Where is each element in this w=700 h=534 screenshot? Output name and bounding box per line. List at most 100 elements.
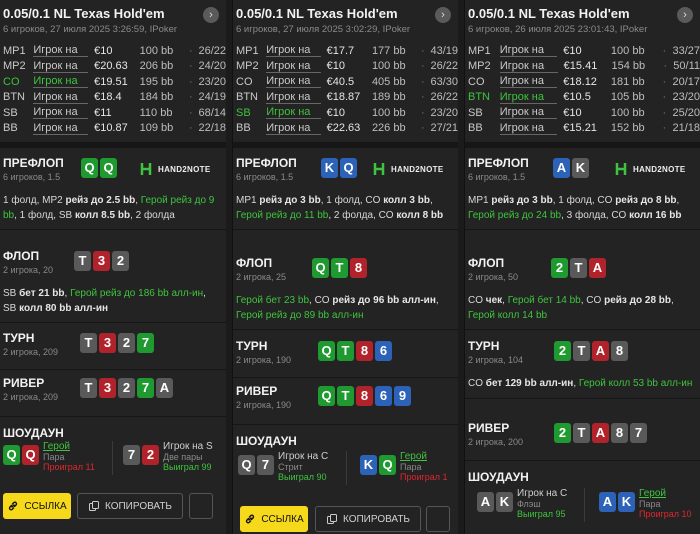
separator-dot: · (662, 44, 667, 57)
playing-card: Q (3, 445, 20, 465)
player-name-link[interactable]: Игрок на (499, 122, 558, 135)
separator-dot: · (421, 122, 425, 135)
chevron-right-icon[interactable]: › (203, 7, 219, 23)
card-row: 72 (123, 445, 159, 465)
player-name-link[interactable]: Игрок на (33, 106, 89, 120)
player-position: BTN (3, 91, 25, 104)
player-name-link[interactable]: Игрок на (266, 44, 321, 58)
player-position: BTN (468, 91, 490, 104)
hand-card-2: 0.05/0.1 NL Texas Hold'em 6 игроков, 27 и… (232, 0, 458, 534)
share-link-button[interactable]: ССЫЛКА (240, 506, 308, 532)
showdown-divider (346, 451, 347, 485)
player-stack: €10 (563, 44, 582, 57)
hero-action: Герой бет 14 bb (507, 295, 581, 306)
playing-card: A (592, 423, 609, 443)
hand-title: 0.05/0.1 NL Texas Hold'em (468, 6, 630, 21)
action-segment: , (435, 295, 439, 306)
player-stack: €10.87 (94, 122, 128, 135)
action-segment: CO (468, 295, 486, 306)
player-position: MP2 (236, 60, 259, 73)
action-segment: рейз до 3 bb (491, 195, 553, 206)
playing-card: A (553, 158, 570, 178)
playing-card: 7 (123, 445, 140, 465)
separator-dot: · (421, 60, 425, 73)
player-name-link[interactable]: Игрок на (33, 122, 89, 135)
player-name-link[interactable]: Игрок на (499, 106, 558, 120)
hero-action: Герой рейз до 11 bb (236, 209, 329, 221)
copy-button[interactable]: КОПИРОВАТЬ (315, 506, 421, 532)
chevron-right-icon[interactable]: › (677, 7, 693, 23)
separator-dot: · (188, 44, 193, 57)
showdown-player-name[interactable]: Игрок на S (163, 441, 226, 452)
player-stats: 23/20 (430, 106, 458, 119)
player-name-link[interactable]: Игрок на (33, 91, 89, 104)
more-options-button[interactable] (189, 493, 213, 519)
showdown-player-name[interactable]: Герой (400, 451, 458, 462)
player-row: BTN Игрок на €10.5 105 bb · 23/20 (468, 90, 700, 106)
player-name-link[interactable]: Игрок на (266, 91, 321, 104)
player-row: MP2 Игрок на €10 100 bb · 26/22 (236, 59, 458, 75)
action-segment: бет 129 bb алл-ин (485, 378, 574, 389)
separator-dot: · (188, 75, 193, 88)
showdown-result: Выиграл 95 (517, 509, 566, 519)
playing-card: K (496, 492, 513, 512)
more-options-button[interactable] (426, 506, 450, 532)
player-name-link[interactable]: Игрок на (499, 60, 558, 73)
player-stack: €10 (563, 106, 582, 119)
showdown-info: Игрок на S Две пары Выиграл 99 (163, 441, 226, 472)
player-position: BB (468, 122, 483, 135)
hand2note-logo: HAND2NOTE (373, 162, 443, 176)
player-name-link[interactable]: Игрок на (33, 60, 89, 73)
action-segment: , 1 фолд, CO (552, 195, 616, 206)
river-section: РИВЕР 2 игрока, 190 Q T 8 6 9 (233, 378, 458, 425)
player-stack: €18.12 (563, 75, 597, 88)
showdown-player-name[interactable]: Игрок на C (278, 451, 348, 462)
separator-dot: · (421, 44, 425, 57)
action-segment: , 2 фолда, CO (328, 209, 397, 221)
player-stats: 20/17 (672, 75, 700, 88)
player-name-link[interactable]: Игрок на (499, 75, 558, 89)
player-stats: 27/21 (430, 122, 458, 135)
player-name-link[interactable]: Игрок на (266, 106, 321, 120)
player-name-link[interactable]: Игрок на (499, 44, 558, 58)
player-name-link[interactable]: Игрок на (33, 75, 89, 89)
player-name-link[interactable]: Игрок на (266, 60, 321, 73)
chevron-right-icon[interactable]: › (435, 7, 451, 23)
showdown-player-name[interactable]: Герой (43, 441, 113, 452)
player-name-link[interactable]: Игрок на (266, 122, 321, 135)
showdown-player-name[interactable]: Игрок на C (517, 488, 587, 499)
player-row: MP2 Игрок на €20.63 206 bb · 24/20 (3, 59, 226, 75)
card-row: T32 (74, 251, 129, 271)
showdown-title: ШОУДАУН (236, 434, 297, 448)
showdown-player-name[interactable]: Герой (639, 488, 700, 499)
hand2note-logo-text: HAND2NOTE (633, 164, 686, 174)
action-segment: рейз до 2.5 bb (65, 195, 136, 206)
river-section: РИВЕР 2 игрока, 209 T 3 2 7 A (0, 370, 226, 417)
player-position: SB (468, 106, 483, 119)
playing-card: 9 (394, 386, 411, 406)
hand-meta: 6 игроков, 26 июля 2025 23:01:43, IPoker (468, 24, 648, 35)
share-link-button[interactable]: ССЫЛКА (3, 493, 71, 519)
hand2note-mark-icon (373, 163, 385, 175)
hand-meta: 6 игроков, 27 июля 2025 3:02:29, IPoker (236, 24, 411, 35)
player-stack-bb: 195 bb (139, 75, 174, 88)
action-segment: , CO (580, 295, 605, 306)
showdown-info: Герой Пара Проиграл 10 (639, 488, 700, 519)
copy-button[interactable]: КОПИРОВАТЬ (77, 493, 183, 519)
card-row: 2TA87 (554, 423, 647, 443)
hand-meta: 6 игроков, 27 июля 2025 3:26:59, IPoker (3, 24, 178, 35)
hero-action: Герой бет 23 bb (236, 295, 310, 306)
player-row: MP1 Игрок на €17.7 177 bb · 43/19 (236, 43, 458, 59)
showdown-hand: Пара (639, 499, 661, 509)
action-segment: , 1 фолд, CO (320, 195, 384, 206)
player-name-link[interactable]: Игрок на (33, 44, 89, 58)
playing-card: 7 (257, 455, 274, 475)
separator-dot: · (188, 60, 193, 73)
player-name-link[interactable]: Игрок на (499, 91, 558, 104)
showdown-hand: Две пары (163, 452, 203, 462)
separator-dot: · (662, 122, 667, 135)
player-name-link[interactable]: Игрок на (266, 75, 321, 89)
playing-card: T (570, 258, 587, 278)
action-segment: чек (485, 295, 503, 306)
flop-section: ФЛОП 2 игрока, 20 T 3 2 SB бет 21 bb, Герой р… (0, 243, 226, 323)
